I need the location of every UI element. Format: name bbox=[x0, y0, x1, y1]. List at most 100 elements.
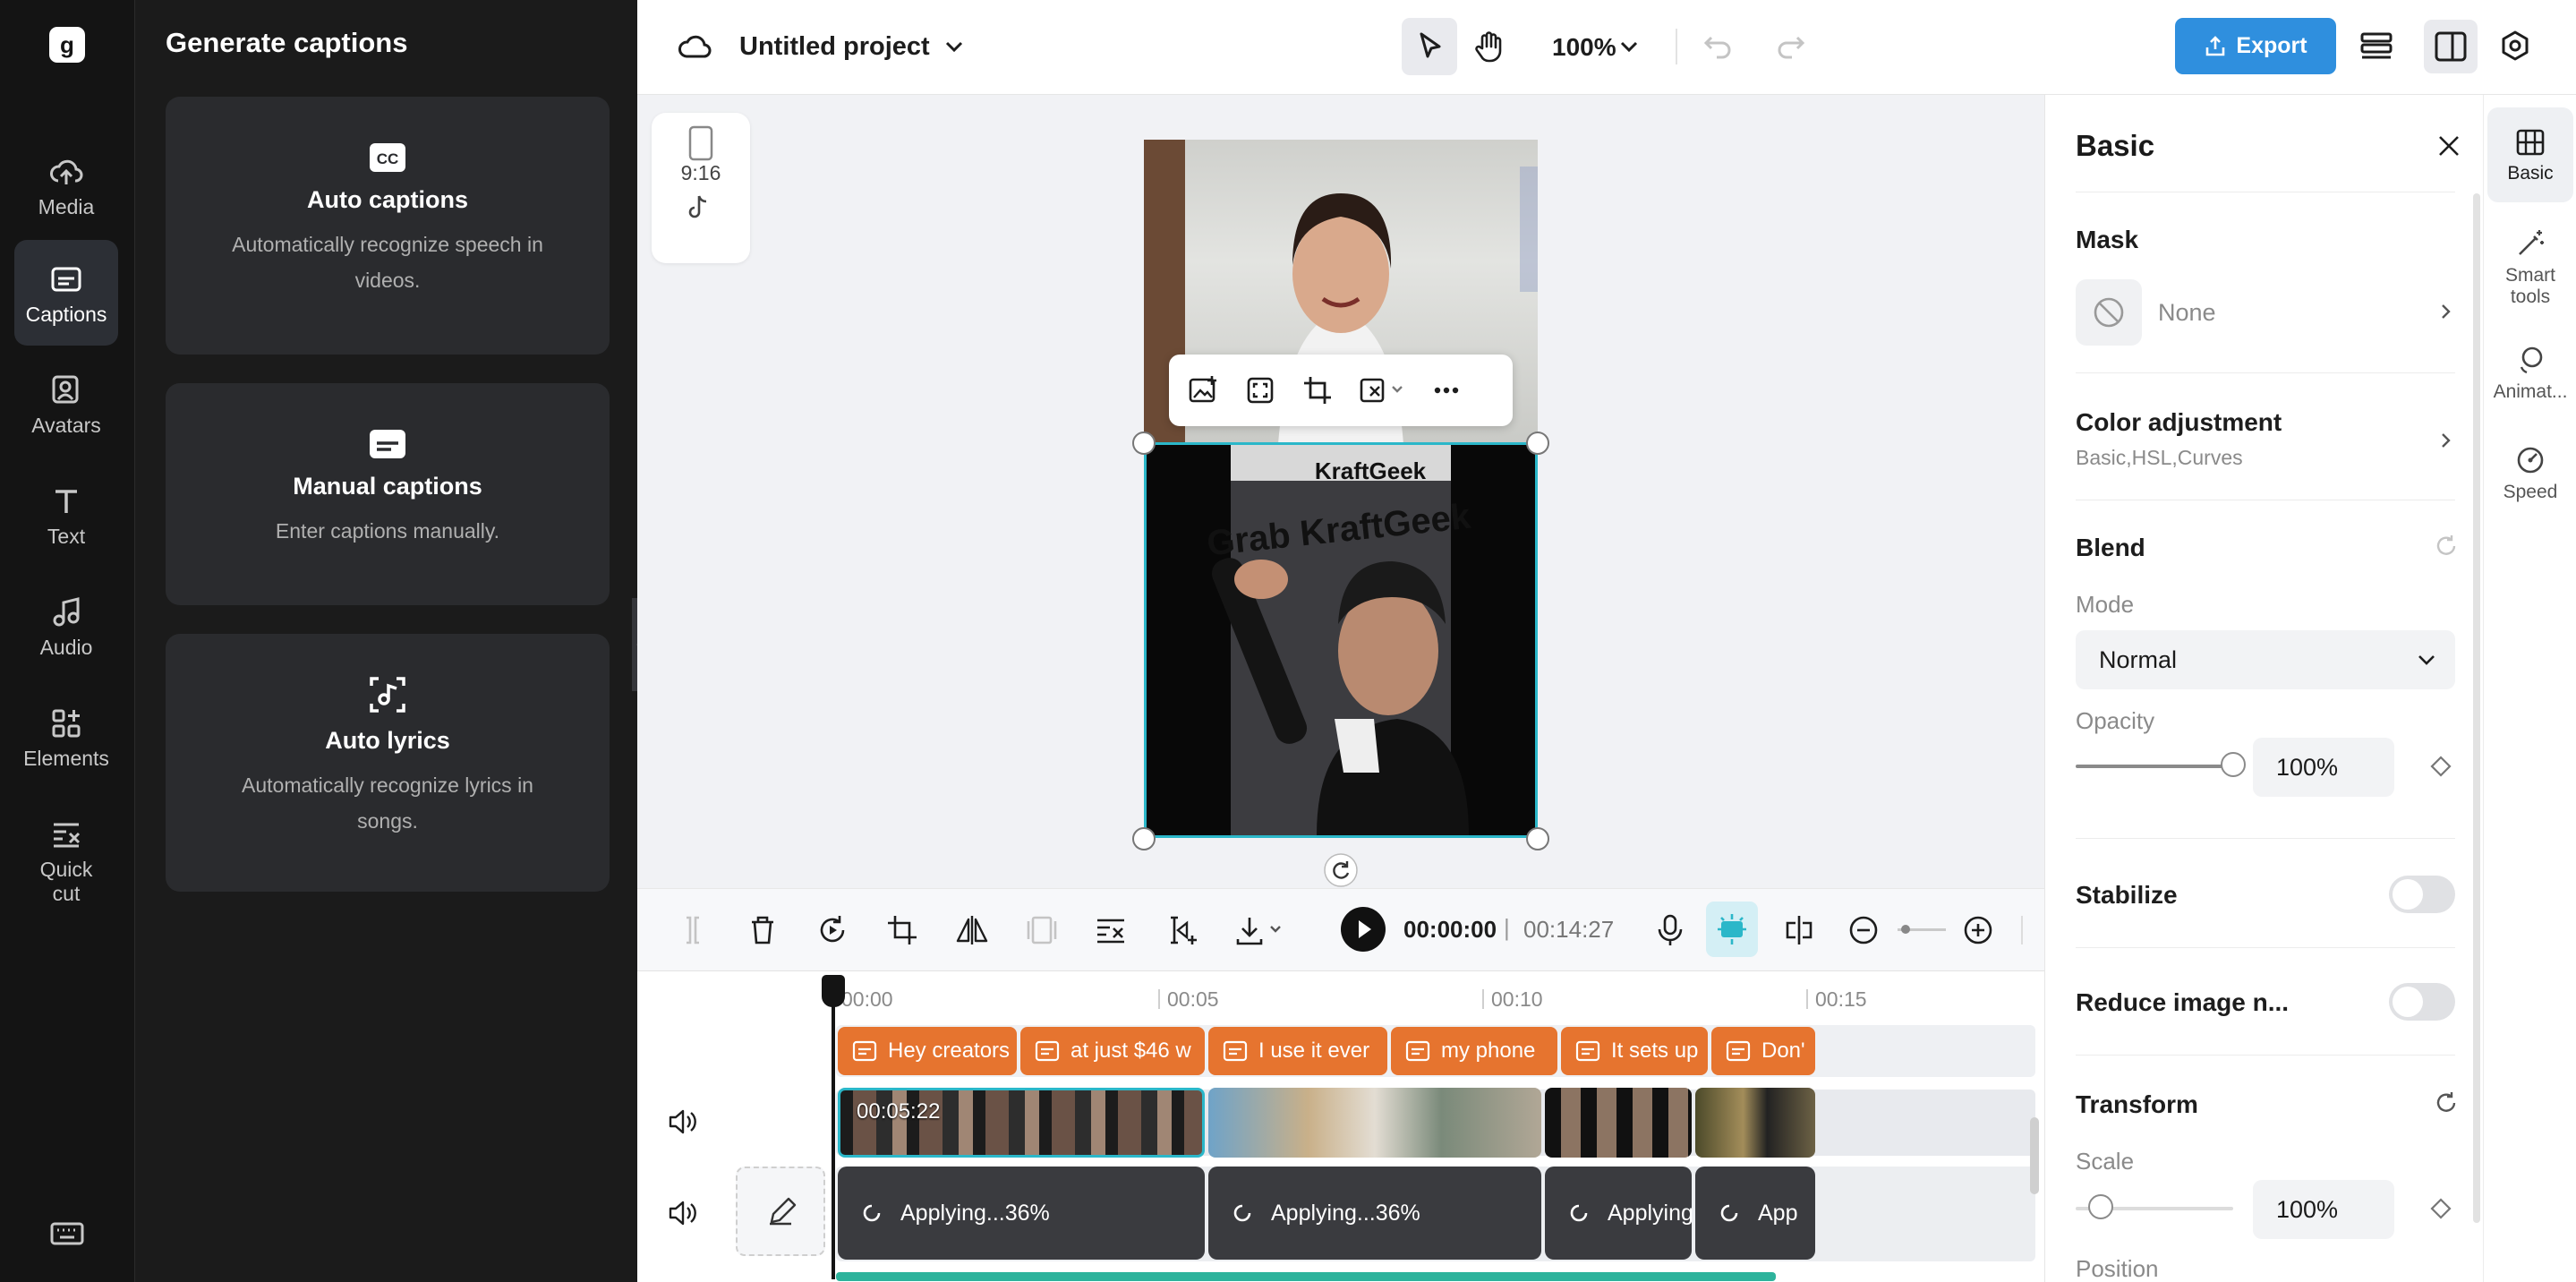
color-adjustment-heading[interactable]: Color adjustment bbox=[2076, 408, 2282, 437]
tab-speed[interactable]: Speed bbox=[2487, 439, 2573, 519]
scale-keyframe-button[interactable] bbox=[2425, 1192, 2457, 1225]
zoom-in-button[interactable] bbox=[1960, 912, 1996, 948]
processing-clip[interactable]: Applying...36% bbox=[838, 1167, 1205, 1260]
caption-clip-icon bbox=[1575, 1040, 1600, 1062]
opacity-input[interactable]: 100% bbox=[2253, 738, 2394, 797]
video-clip[interactable] bbox=[1208, 1088, 1541, 1158]
reverse-button[interactable] bbox=[815, 912, 850, 948]
keyboard-shortcuts-button[interactable] bbox=[49, 1216, 85, 1252]
record-voice-button[interactable] bbox=[1652, 912, 1688, 948]
edit-cover-button[interactable] bbox=[736, 1167, 825, 1256]
split-button[interactable] bbox=[675, 912, 711, 948]
playhead-handle[interactable] bbox=[822, 975, 845, 1007]
tab-basic[interactable]: Basic bbox=[2487, 107, 2573, 202]
settings-button[interactable] bbox=[2497, 29, 2533, 64]
scale-input[interactable]: 100% bbox=[2253, 1180, 2394, 1239]
play-button[interactable] bbox=[1341, 907, 1386, 952]
rail-item-avatars[interactable]: Avatars bbox=[14, 351, 118, 457]
video-clip[interactable] bbox=[1545, 1088, 1692, 1158]
auto-lyrics-card[interactable]: Auto lyrics Automatically recognize lyri… bbox=[166, 634, 610, 892]
reduce-noise-toggle[interactable] bbox=[2389, 983, 2455, 1021]
zoom-out-button[interactable] bbox=[1846, 912, 1881, 948]
opacity-keyframe-button[interactable] bbox=[2425, 750, 2457, 782]
rail-item-captions[interactable]: Captions bbox=[14, 240, 118, 346]
hand-tool-button[interactable] bbox=[1471, 29, 1507, 64]
split-view-button[interactable] bbox=[1781, 912, 1817, 948]
rail-item-quick-cut[interactable]: Quick cut bbox=[14, 795, 118, 920]
tab-smart-tools[interactable]: Smart tools bbox=[2487, 220, 2573, 320]
blend-mode-select[interactable]: Normal bbox=[2076, 630, 2455, 689]
fit-frame-icon[interactable] bbox=[1244, 374, 1276, 406]
freeze-button[interactable] bbox=[1024, 912, 1060, 948]
resize-handle-bottom-left[interactable] bbox=[1132, 827, 1156, 850]
caption-clip[interactable]: It sets up bbox=[1561, 1027, 1708, 1075]
caption-clip[interactable]: at just $46 w bbox=[1020, 1027, 1205, 1075]
close-properties-button[interactable] bbox=[2434, 131, 2464, 161]
resize-handle-bottom-right[interactable] bbox=[1526, 827, 1549, 850]
redo-button[interactable] bbox=[1774, 30, 1806, 63]
video-clip[interactable] bbox=[1695, 1088, 1815, 1158]
processing-clip[interactable]: Applying...36% bbox=[1208, 1167, 1541, 1260]
playhead-line[interactable] bbox=[832, 975, 835, 1279]
project-menu-chevron-icon[interactable] bbox=[942, 34, 967, 59]
replace-image-icon[interactable] bbox=[1187, 374, 1219, 406]
video-clip-selected[interactable]: 00:05:22 bbox=[838, 1088, 1205, 1158]
crop-icon[interactable] bbox=[1301, 374, 1334, 406]
timeline-scrollbar[interactable] bbox=[2030, 1117, 2039, 1194]
video-preview-selected[interactable]: KraftGeek Grab KraftGeek bbox=[1144, 442, 1538, 838]
scale-slider-knob[interactable] bbox=[2088, 1194, 2113, 1219]
remove-background-icon[interactable] bbox=[1359, 374, 1405, 406]
select-tool-button[interactable] bbox=[1402, 18, 1457, 75]
processing-clip[interactable]: Applying bbox=[1545, 1167, 1692, 1260]
cloud-sync-icon[interactable] bbox=[677, 30, 712, 64]
rail-item-elements[interactable]: Elements bbox=[14, 684, 118, 790]
properties-scrollbar[interactable] bbox=[2473, 193, 2480, 1223]
manual-captions-card[interactable]: Manual captions Enter captions manually. bbox=[166, 383, 610, 605]
zoom-level[interactable]: 100% bbox=[1552, 33, 1616, 62]
caption-clip-text: my phone bbox=[1441, 1038, 1536, 1063]
processing-clip[interactable]: App bbox=[1695, 1167, 1815, 1260]
resize-handle-top-left[interactable] bbox=[1132, 432, 1156, 455]
rail-item-media[interactable]: Media bbox=[14, 132, 118, 238]
auto-snap-button[interactable] bbox=[1706, 902, 1758, 957]
color-adjustment-chevron-icon[interactable] bbox=[2435, 428, 2457, 453]
undo-button[interactable] bbox=[1702, 30, 1735, 63]
rail-item-audio[interactable]: Audio bbox=[14, 573, 118, 679]
transform-reset-button[interactable] bbox=[2432, 1089, 2461, 1117]
crop-tool-button[interactable] bbox=[884, 912, 920, 948]
opacity-slider[interactable] bbox=[2076, 765, 2233, 768]
blend-reset-button[interactable] bbox=[2432, 532, 2461, 560]
delete-button[interactable] bbox=[745, 912, 780, 948]
caption-clip[interactable]: Don' bbox=[1711, 1027, 1815, 1075]
download-button[interactable] bbox=[1233, 912, 1287, 948]
resize-handle-top-right[interactable] bbox=[1526, 432, 1549, 455]
rotate-handle[interactable] bbox=[1323, 852, 1359, 888]
zoom-chevron-icon[interactable] bbox=[1616, 34, 1642, 59]
project-title[interactable]: Untitled project bbox=[739, 32, 930, 62]
add-transition-button[interactable] bbox=[1164, 912, 1199, 948]
flip-button[interactable] bbox=[954, 912, 990, 948]
app-logo[interactable]: g bbox=[49, 27, 85, 63]
mask-value[interactable]: None bbox=[2158, 299, 2216, 327]
export-button[interactable]: Export bbox=[2175, 18, 2336, 74]
mask-chevron-icon[interactable] bbox=[2435, 299, 2457, 324]
video-track-volume-button[interactable] bbox=[666, 1106, 698, 1138]
caption-clip[interactable]: I use it ever bbox=[1208, 1027, 1387, 1075]
auto-captions-card[interactable]: CC Auto captions Automatically recognize… bbox=[166, 97, 610, 355]
layers-button[interactable] bbox=[2358, 29, 2395, 64]
audio-track-strip[interactable] bbox=[836, 1272, 1776, 1281]
opacity-slider-knob[interactable] bbox=[2221, 752, 2246, 777]
caption-clip[interactable]: my phone bbox=[1391, 1027, 1557, 1075]
quick-cut-button[interactable] bbox=[1094, 912, 1130, 948]
tab-animation[interactable]: Animat... bbox=[2487, 338, 2573, 419]
overlay-track-volume-button[interactable] bbox=[666, 1197, 698, 1229]
stabilize-toggle[interactable] bbox=[2389, 876, 2455, 913]
zoom-slider-knob[interactable] bbox=[1901, 925, 1910, 934]
mask-none-thumb[interactable] bbox=[2076, 279, 2142, 346]
cloud-upload-icon bbox=[50, 159, 83, 184]
aspect-ratio-card[interactable]: 9:16 bbox=[652, 113, 750, 263]
caption-clip[interactable]: Hey creators bbox=[838, 1027, 1017, 1075]
more-options-icon[interactable] bbox=[1430, 374, 1463, 406]
rail-item-text[interactable]: Text bbox=[14, 462, 118, 568]
toggle-panel-button[interactable] bbox=[2424, 20, 2478, 73]
